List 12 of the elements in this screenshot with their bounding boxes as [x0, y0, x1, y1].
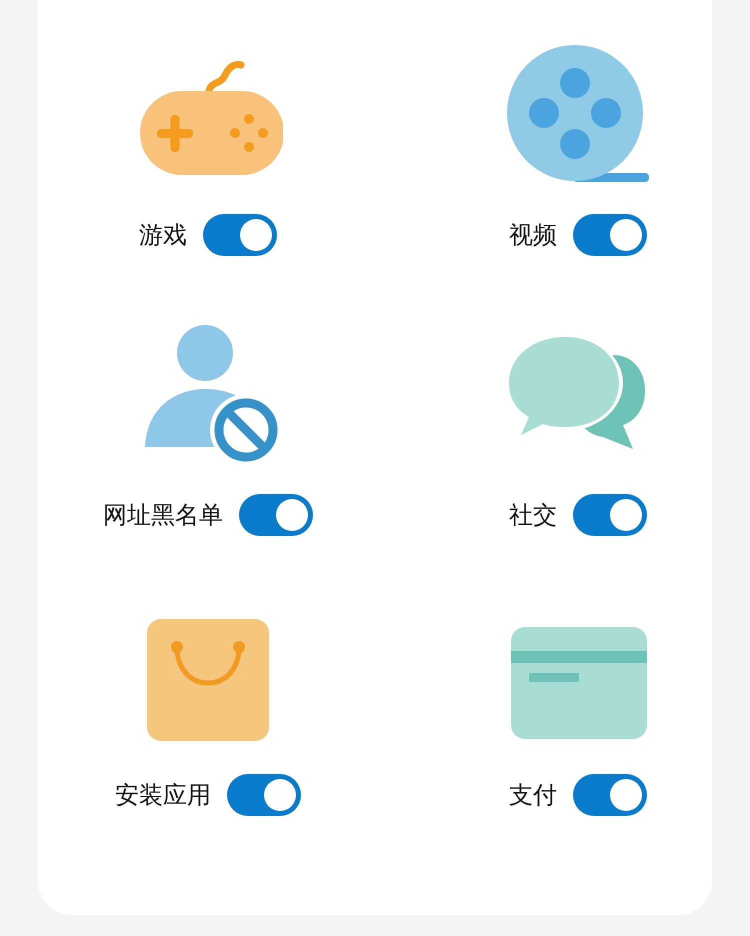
toggle-switch[interactable]	[239, 494, 313, 536]
toggle-label: 游戏	[139, 220, 187, 251]
toggle-label: 安装应用	[115, 780, 211, 811]
toggle-label: 视频	[509, 220, 557, 251]
toggle-switch[interactable]	[573, 774, 647, 816]
toggle-switch[interactable]	[227, 774, 301, 816]
toggle-switch[interactable]	[573, 214, 647, 256]
toggle-switch[interactable]	[573, 494, 647, 536]
toggle-label: 社交	[509, 500, 557, 531]
toggle-label: 网址黑名单	[103, 500, 223, 531]
toggle-switch[interactable]	[203, 214, 277, 256]
toggle-label: 支付	[509, 780, 557, 811]
